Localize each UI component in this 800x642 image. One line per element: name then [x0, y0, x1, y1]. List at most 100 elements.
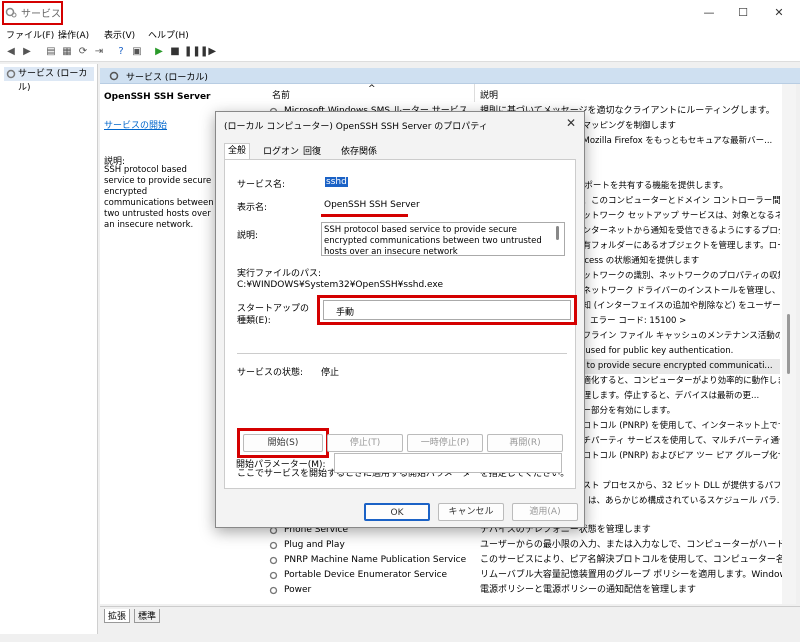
toolbar: ◀ ▶ ▤ ▦ ⟳ ⇥ ? ▣ ▶ ■ ❚❚ ❚▶ [0, 42, 800, 62]
row-desc-fragment: プロトコル (PNRP) およびピア ツー ピア グループ化サー... [574, 451, 780, 461]
start-button[interactable]: 開始(S) [243, 434, 323, 452]
start-service-link[interactable]: サービスの開始 [104, 118, 167, 131]
tab-recovery[interactable]: 回復 [300, 145, 324, 159]
resume-button[interactable]: 再開(R) [487, 434, 563, 452]
stop-button[interactable]: 停止(T) [327, 434, 403, 452]
service-name-value[interactable]: sshd [325, 177, 348, 187]
help-icon[interactable]: ? [114, 45, 128, 59]
tree-item-services-local[interactable]: サービス (ローカル) [4, 67, 94, 93]
maximize-button[interactable]: ☐ [728, 4, 758, 22]
tab-extended[interactable]: 拡張 [104, 609, 131, 623]
row-desc-fragment: ネットワーク セットアップ サービスは、対象となるネットワークに... [574, 211, 780, 221]
dialog-general-panel: サービス名: sshd 表示名: OpenSSH SSH Server 説明: … [224, 159, 577, 489]
export-icon[interactable]: ⇥ [92, 45, 106, 59]
exe-path-value: C:¥WINDOWS¥System32¥OpenSSH¥sshd.exe [237, 280, 443, 290]
description-text: SSH protocol based service to provide se… [104, 165, 214, 230]
title-bar: サービス — ☐ ✕ [0, 0, 800, 26]
row-desc-fragment: インターネットから通知を受信できるようにするプログラ... [574, 226, 780, 236]
column-header-description[interactable]: 説明 [480, 88, 498, 101]
tab-dependencies[interactable]: 依存関係 [338, 145, 380, 159]
startup-type-select[interactable]: 手動 ⌄ [323, 300, 571, 320]
gear-icon [6, 69, 16, 79]
divider [237, 353, 567, 354]
gear-icon [269, 571, 278, 580]
service-name-label: サービス名: [237, 180, 286, 190]
row-desc-fragment: nt used for public key authentication. [574, 346, 734, 356]
start-parameters-input[interactable] [334, 453, 562, 473]
console-tree-icon[interactable]: ▤ [44, 45, 58, 59]
column-header-name[interactable]: 名前 [272, 88, 290, 101]
row-desc-fragment: プロトコル (PNRP) を使用して、インターネット上でサ... [574, 421, 780, 431]
row-desc-fragment: ガー部分を有効にします。 [574, 406, 676, 416]
menu-view[interactable]: 表示(V) [104, 28, 135, 41]
tab-logon[interactable]: ログオン [260, 145, 302, 159]
play-icon[interactable]: ▶ [152, 45, 166, 59]
apply-button[interactable]: 適用(A) [512, 503, 578, 521]
back-icon[interactable]: ◀ [4, 45, 18, 59]
row-desc-fragment: IP ポートを共有する機能を提供します。 [574, 181, 728, 191]
stop-icon[interactable]: ■ [168, 45, 182, 59]
properties-dialog: (ローカル コンピューター) OpenSSH SSH Server のプロパティ… [215, 111, 585, 528]
tree-item-label: サービス (ローカル) [18, 69, 88, 93]
dialog-title: (ローカル コンピューター) OpenSSH SSH Server のプロパティ [224, 122, 488, 132]
exe-path-label: 実行ファイルのパス: [237, 269, 322, 279]
gear-icon [269, 586, 278, 595]
display-name-value[interactable]: OpenSSH SSH Server [324, 200, 420, 210]
display-name-label: 表示名: [237, 203, 268, 213]
gear-icon [269, 541, 278, 550]
pause-button[interactable]: 一時停止(P) [407, 434, 483, 452]
row-desc-fragment: rts は、あらかじめ構成されているスケジュール パラ... [574, 496, 780, 506]
row-desc-fragment: ネットワークの識別、ネットワークのプロパティの収集... [574, 271, 780, 281]
row-desc-fragment: ホスト プロセスから、32 ビット DLL が提供するパフォー... [574, 481, 780, 491]
dialog-footer: OK キャンセル 適用(A) [216, 495, 584, 527]
sort-indicator: ^ [368, 84, 376, 94]
row-desc-fragment: 、Mozilla Firefox をもっともセキュアな最新バー... [574, 136, 773, 146]
start-parameters-label: 開始パラメーター(M): [236, 460, 326, 470]
row-desc-fragment: オフライン ファイル キャッシュのメンテナンス活動の... [574, 331, 780, 341]
view-tabs: 拡張 標準 [100, 606, 800, 623]
dialog-close-icon[interactable]: ✕ [566, 116, 576, 130]
pane-header: サービス (ローカル) [100, 68, 800, 84]
ok-button[interactable]: OK [364, 503, 430, 521]
view-icon[interactable]: ▣ [130, 45, 144, 59]
chevron-down-icon: ⌄ [336, 304, 344, 314]
table-row[interactable]: Plug and Play ユーザーからの最小限の入力、または入力なしで、コンピ… [268, 538, 782, 553]
menu-help[interactable]: ヘルプ(H) [148, 28, 189, 41]
tab-general[interactable]: 全般 [224, 143, 251, 160]
row-desc-fragment: た、このコンピューターとドメイン コントローラー間で... [574, 196, 780, 206]
highlight-underline [321, 214, 408, 217]
properties-icon[interactable]: ▦ [60, 45, 74, 59]
services-gear-icon [5, 7, 17, 18]
row-desc-fragment: ルチパーティ サービスを使用して、マルチパーティ通信... [574, 436, 780, 446]
scrollbar-thumb[interactable] [787, 314, 790, 374]
gear-icon [109, 71, 119, 81]
pause-icon[interactable]: ❚❚ [184, 45, 201, 59]
list-scrollbar[interactable] [782, 84, 796, 604]
row-desc-fragment-selected: ce to provide secure encrypted communica… [574, 359, 780, 374]
selected-service-title: OpenSSH SSH Server [104, 92, 211, 102]
row-desc-fragment: 通知 (インターフェイスの追加や削除など) をユーザー... [574, 301, 780, 311]
gear-icon [269, 556, 278, 565]
console-tree: サービス (ローカル) [0, 64, 98, 634]
table-row[interactable]: Power 電源ポリシーと電源ポリシーの通知配信を管理します [268, 583, 782, 598]
table-row[interactable]: Portable Device Enumerator Service リムーバブ… [268, 568, 782, 583]
row-desc-fragment: 共有フォルダーにあるオブジェクトを管理します。ローカ... [574, 241, 780, 251]
row-desc-fragment: 管理します。停止すると、デバイスは最新の更... [574, 391, 760, 401]
description-scrollbar[interactable] [556, 226, 559, 240]
forward-icon[interactable]: ▶ [20, 45, 34, 59]
menu-file[interactable]: ファイル(F) [6, 28, 54, 41]
column-separator[interactable] [474, 84, 475, 102]
menu-bar: ファイル(F) 操作(A) 表示(V) ヘルプ(H) [0, 26, 800, 42]
refresh-icon[interactable]: ⟳ [76, 45, 90, 59]
description-label: 説明: [237, 231, 259, 241]
startup-type-label-2: 種類(E): [237, 316, 271, 326]
restart-icon[interactable]: ❚▶ [200, 45, 216, 59]
table-row[interactable]: PNRP Machine Name Publication Service この… [268, 553, 782, 568]
description-field[interactable]: SSH protocol based service to provide se… [321, 222, 565, 256]
minimize-button[interactable]: — [694, 4, 724, 22]
cancel-button[interactable]: キャンセル [438, 503, 504, 521]
menu-action[interactable]: 操作(A) [58, 28, 89, 41]
tab-standard[interactable]: 標準 [134, 609, 161, 623]
close-button[interactable]: ✕ [764, 4, 794, 22]
service-status-value: 停止 [321, 368, 340, 378]
